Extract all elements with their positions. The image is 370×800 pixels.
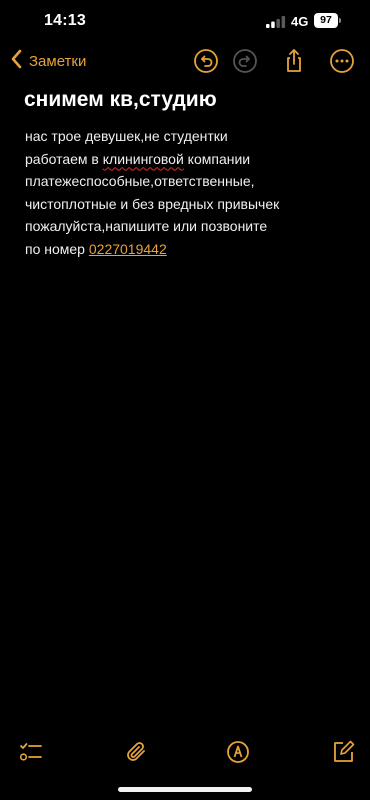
phone-number-link[interactable]: 0227019442 — [89, 241, 167, 257]
home-indicator[interactable] — [118, 787, 252, 792]
note-line: пожалуйста,напишите или позвоните — [25, 218, 268, 234]
battery-icon: 97 — [314, 13, 338, 28]
note-line: платежеспособные,ответственные, — [25, 173, 255, 189]
back-button-label: Заметки — [29, 52, 87, 70]
note-text: компании — [183, 150, 251, 167]
share-button[interactable] — [281, 48, 307, 74]
redo-icon — [232, 48, 258, 74]
battery-tip — [339, 18, 341, 23]
markup-button[interactable] — [226, 740, 250, 764]
checklist-icon — [19, 740, 43, 764]
compose-button[interactable] — [331, 740, 355, 764]
note-text: по номер — [25, 240, 89, 257]
attach-button[interactable] — [124, 740, 148, 764]
network-type: 4G — [291, 14, 309, 29]
chevron-left-icon — [10, 49, 22, 74]
status-bar: 14:13 4G 97 — [0, 0, 370, 44]
redo-button[interactable] — [232, 48, 258, 74]
note-title[interactable]: снимем кв,студию — [24, 88, 217, 112]
note-line: работаем в клининговой компании — [25, 148, 355, 171]
note-text: работаем в — [25, 150, 103, 167]
cellular-signal-icon — [266, 15, 286, 28]
back-button[interactable]: Заметки — [10, 48, 86, 74]
status-time: 14:13 — [44, 12, 86, 29]
pen-markup-icon — [226, 740, 250, 764]
note-line: чистоплотные и без вредных привычек — [25, 195, 280, 212]
note-line: нас трое девушек,не студентки — [25, 128, 228, 144]
note-body[interactable]: нас трое девушек,не студентки работаем в… — [25, 125, 355, 260]
checklist-button[interactable] — [19, 740, 43, 764]
undo-button[interactable] — [193, 48, 219, 74]
note-line: по номер 0227019442 — [25, 238, 355, 261]
nav-bar: Заметки — [0, 40, 370, 82]
more-button[interactable] — [329, 48, 355, 74]
compose-icon — [331, 740, 355, 764]
paperclip-icon — [124, 740, 148, 764]
more-icon — [329, 48, 355, 74]
share-icon — [281, 48, 307, 74]
misspelled-word: клининговой — [102, 150, 184, 167]
undo-icon — [193, 48, 219, 74]
